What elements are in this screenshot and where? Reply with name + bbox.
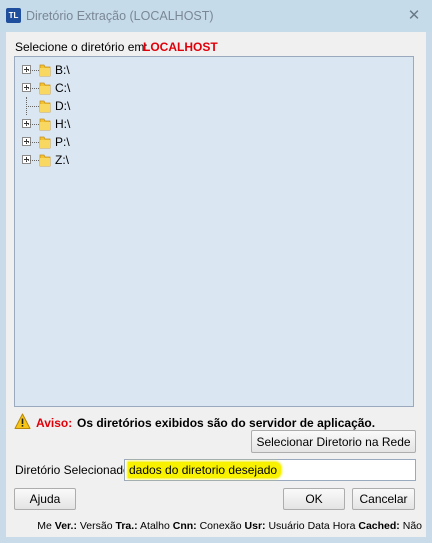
status-version-label: Ver.: xyxy=(54,520,77,532)
warning-icon xyxy=(14,413,31,429)
tree-node[interactable]: H:\ xyxy=(15,115,315,133)
app-logo-icon: TL xyxy=(6,8,21,23)
status-shortcut-value: Atalho xyxy=(140,520,170,532)
folder-icon xyxy=(39,82,51,95)
folder-icon xyxy=(39,118,51,131)
tree-node[interactable]: D:\ xyxy=(15,97,315,115)
tree-node[interactable]: P:\ xyxy=(15,133,315,151)
status-user-value: Usuário xyxy=(268,520,305,532)
folder-icon xyxy=(39,64,51,77)
cancel-button[interactable]: Cancelar xyxy=(352,488,415,510)
status-prefix: Me xyxy=(37,520,52,532)
selected-directory-value: dados do diretorio desejado xyxy=(128,462,282,478)
ok-button[interactable]: OK xyxy=(283,488,345,510)
window-title: Diretório Extração (LOCALHOST) xyxy=(26,9,214,23)
folder-icon xyxy=(39,136,51,149)
tree-node-label: H:\ xyxy=(55,117,71,131)
notice-text: Os diretórios exibidos são do servidor d… xyxy=(77,416,376,430)
selected-directory-label: Diretório Selecionado: xyxy=(15,463,134,477)
status-shortcut-label: Tra.: xyxy=(115,520,138,532)
status-time-value: Hora xyxy=(332,520,356,532)
status-version-value: Versão xyxy=(79,520,113,532)
tree-node-label: Z:\ xyxy=(55,153,69,167)
folder-icon xyxy=(39,154,51,167)
tree-node-label: B:\ xyxy=(55,63,70,77)
directory-tree[interactable]: B:\ C:\ D:\ H:\ P:\ Z:\ xyxy=(14,56,414,407)
host-name: LOCALHOST xyxy=(143,40,218,54)
tree-node-label: P:\ xyxy=(55,135,70,149)
tree-node-label: D:\ xyxy=(55,99,71,113)
status-cached-label: Cached: xyxy=(358,520,400,532)
dialog-body: Selecione o diretório em: LOCALHOST B:\ … xyxy=(6,32,426,537)
status-connection-label: Cnn: xyxy=(172,520,197,532)
status-cached-value: Não xyxy=(402,520,422,532)
close-icon[interactable]: ✕ xyxy=(404,6,424,26)
selected-directory-field[interactable]: dados do diretorio desejado xyxy=(124,459,416,481)
status-connection-value: Conexão xyxy=(199,520,242,532)
status-date-value: Data xyxy=(307,520,330,532)
help-button[interactable]: Ajuda xyxy=(14,488,76,510)
tree-node[interactable]: C:\ xyxy=(15,79,315,97)
notice-label: Aviso: xyxy=(36,416,73,430)
title-bar[interactable]: TL Diretório Extração (LOCALHOST) ✕ xyxy=(0,0,432,32)
folder-icon xyxy=(39,100,51,113)
tree-node[interactable]: B:\ xyxy=(15,61,315,79)
select-network-directory-button[interactable]: Selecionar Diretorio na Rede xyxy=(251,430,416,453)
select-directory-label: Selecione o diretório em: xyxy=(15,40,148,54)
tree-node[interactable]: Z:\ xyxy=(15,151,315,169)
status-user-label: Usr: xyxy=(244,520,266,532)
status-bar: Me Ver.: Versão Tra.: Atalho Cnn: Conexã… xyxy=(6,515,426,537)
tree-node-label: C:\ xyxy=(55,81,71,95)
